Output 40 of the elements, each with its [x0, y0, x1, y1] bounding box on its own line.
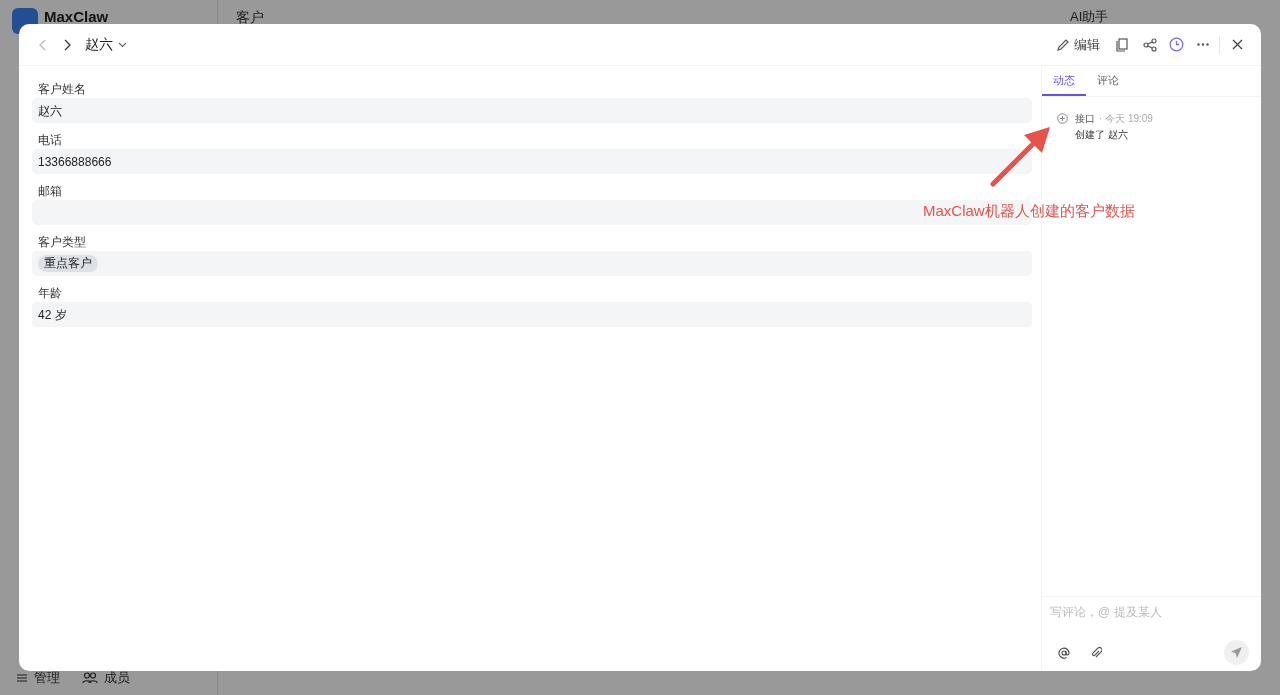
- close-icon[interactable]: [1232, 39, 1243, 50]
- footer-button[interactable]: 管理: [16, 668, 60, 688]
- sliders-icon: [16, 671, 28, 684]
- view-title[interactable]: 客户: [236, 10, 264, 24]
- chevron-right-icon: [63, 38, 71, 51]
- chevron-down-icon[interactable]: [118, 41, 127, 48]
- field-value[interactable]: 赵六: [32, 98, 1032, 123]
- people-icon: [82, 671, 98, 684]
- plus-circle-icon: [1057, 113, 1068, 124]
- at-sign-icon[interactable]: [1058, 646, 1070, 659]
- field-label: 电话: [37, 132, 63, 149]
- field-label: 年龄: [37, 285, 63, 302]
- panel-tab[interactable]: 评论: [1086, 66, 1130, 96]
- record-title: 赵六: [85, 35, 113, 54]
- field-value[interactable]: 42 岁: [32, 302, 1032, 327]
- ai-assistant-button[interactable]: AI助手: [1070, 10, 1109, 24]
- share-icon[interactable]: [1143, 37, 1157, 52]
- send-button[interactable]: [1224, 640, 1249, 665]
- field-value[interactable]: 13366888666: [32, 149, 1032, 174]
- send-icon: [1230, 646, 1243, 659]
- paperclip-icon[interactable]: [1090, 646, 1102, 659]
- footer-button[interactable]: 成员: [82, 668, 130, 688]
- edit-button[interactable]: 编辑: [1056, 34, 1100, 55]
- copy-icon[interactable]: [1116, 37, 1128, 52]
- activity-source: 接口: [1075, 112, 1095, 126]
- field-label: 客户类型: [37, 234, 87, 251]
- app-name: MaxClaw: [44, 10, 109, 24]
- activity-text: 创建了 赵六: [1075, 128, 1129, 142]
- panel-tab[interactable]: 动态: [1042, 66, 1086, 96]
- more-icon[interactable]: [1197, 43, 1209, 46]
- field-label: 客户姓名: [37, 81, 87, 98]
- pencil-icon: [1056, 37, 1070, 52]
- annotation-arrow: [990, 125, 1052, 187]
- field-label: 邮箱: [37, 183, 63, 200]
- chevron-left-icon: [39, 38, 47, 51]
- clock-icon[interactable]: [1169, 37, 1184, 52]
- comment-field[interactable]: 写评论，@ 提及某人: [1050, 603, 1253, 621]
- activity-time: · 今天 19:09: [1099, 112, 1153, 126]
- field-value[interactable]: 重点客户: [32, 251, 1032, 276]
- annotation-text: MaxClaw机器人创建的客户数据: [923, 201, 1135, 221]
